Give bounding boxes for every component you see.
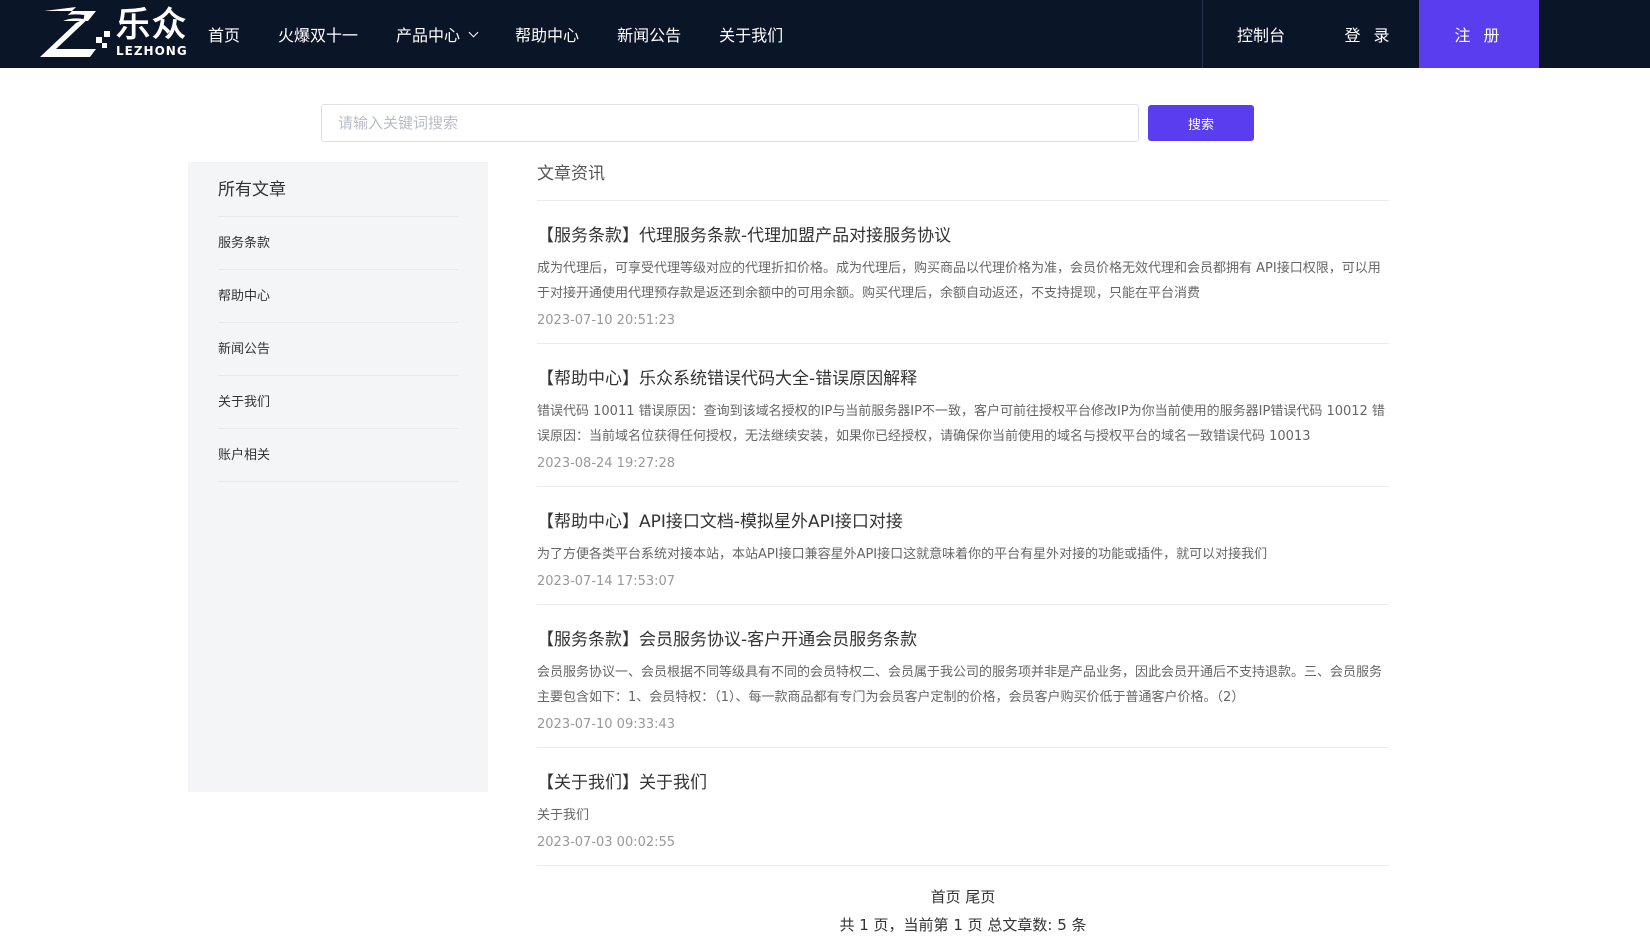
article-desc: 为了方便各类平台系统对接本站，本站API接口兼容星外API接口这就意味着你的平台… [537, 547, 1268, 562]
nav-item-news[interactable]: 新闻公告 [617, 22, 681, 46]
brand-text: 乐众 LEZHONG [116, 6, 188, 58]
article-date: 2023-07-14 17:53:07 [537, 574, 676, 589]
list-item: 【服务条款】会员服务协议-客户开通会员服务条款 会员服务协议一、会员根据不同等级… [537, 605, 1389, 748]
nav-item-home[interactable]: 首页 [208, 22, 240, 46]
nav-item-help[interactable]: 帮助中心 [515, 22, 579, 46]
login-link[interactable]: 登 录 [1319, 0, 1419, 68]
list-item: 【服务条款】代理服务条款-代理加盟产品对接服务协议 成为代理后，可享受代理等级对… [537, 201, 1389, 344]
chevron-down-icon [468, 27, 479, 37]
article-date: 2023-07-10 20:51:23 [537, 313, 676, 328]
sidebar-title[interactable]: 所有文章 [218, 162, 458, 217]
pagination: 首页 尾页 共 1 页，当前第 1 页 总文章数: 5 条 [537, 886, 1389, 936]
nav-item-products-label: 产品中心 [396, 26, 461, 45]
search-button[interactable]: 搜索 [1148, 105, 1254, 141]
logo-mark-icon [40, 7, 110, 57]
article-list: 文章资讯 【服务条款】代理服务条款-代理加盟产品对接服务协议 成为代理后，可享受… [537, 158, 1389, 866]
article-title[interactable]: 【服务条款】代理服务条款-代理加盟产品对接服务协议 [537, 224, 1389, 248]
article-desc: 会员服务协议一、会员根据不同等级具有不同的会员特权二、会员属于我公司的服务项并非… [537, 665, 1383, 705]
header-actions: 控制台 登 录 注 册 [1202, 0, 1539, 68]
nav-item-about[interactable]: 关于我们 [719, 22, 783, 46]
console-link[interactable]: 控制台 [1203, 0, 1319, 68]
article-desc: 成为代理后，可享受代理等级对应的代理折扣价格。成为代理后，购买商品以代理价格为准… [537, 261, 1381, 301]
article-title[interactable]: 【帮助中心】乐众系统错误代码大全-错误原因解释 [537, 367, 1389, 391]
list-item: 【帮助中心】乐众系统错误代码大全-错误原因解释 错误代码 10011 错误原因：… [537, 344, 1389, 487]
article-title[interactable]: 【帮助中心】API接口文档-模拟星外API接口对接 [537, 510, 1389, 534]
nav-item-double-eleven[interactable]: 火爆双十一 [278, 22, 358, 46]
article-title[interactable]: 【服务条款】会员服务协议-客户开通会员服务条款 [537, 628, 1389, 652]
brand-logo[interactable]: 乐众 LEZHONG [36, 4, 192, 62]
register-button[interactable]: 注 册 [1419, 0, 1539, 68]
sidebar-item-account[interactable]: 账户相关 [218, 429, 458, 482]
main-nav: 首页 火爆双十一 产品中心 帮助中心 新闻公告 关于我们 [208, 0, 821, 68]
list-item: 【关于我们】关于我们 关于我们 2023-07-03 00:02:55 [537, 748, 1389, 866]
top-header: 乐众 LEZHONG 首页 火爆双十一 产品中心 帮助中心 新闻公告 关于我们 … [0, 0, 1650, 68]
sidebar-item-news[interactable]: 新闻公告 [218, 323, 458, 376]
search-input[interactable] [321, 104, 1139, 142]
sidebar-item-about[interactable]: 关于我们 [218, 376, 458, 429]
article-desc: 关于我们 [537, 808, 590, 823]
section-title: 文章资讯 [537, 158, 1389, 201]
pager-last-link[interactable]: 尾页 [965, 888, 995, 906]
pager-info: 共 1 页，当前第 1 页 总文章数: 5 条 [839, 916, 1087, 934]
list-item: 【帮助中心】API接口文档-模拟星外API接口对接 为了方便各类平台系统对接本站… [537, 487, 1389, 605]
pager-links: 首页 尾页 [537, 886, 1389, 908]
sidebar-item-terms[interactable]: 服务条款 [218, 217, 458, 270]
article-date: 2023-08-24 19:27:28 [537, 456, 676, 471]
article-date: 2023-07-10 09:33:43 [537, 717, 676, 732]
category-sidebar: 所有文章 服务条款 帮助中心 新闻公告 关于我们 账户相关 [188, 162, 488, 792]
article-desc: 错误代码 10011 错误原因：查询到该域名授权的IP与当前服务器IP不一致，客… [537, 404, 1385, 444]
nav-item-products[interactable]: 产品中心 [396, 22, 479, 46]
brand-name-en: LEZHONG [116, 44, 188, 58]
sidebar-item-help[interactable]: 帮助中心 [218, 270, 458, 323]
brand-name-cn: 乐众 [116, 5, 188, 45]
pager-first-link[interactable]: 首页 [931, 888, 961, 906]
article-title[interactable]: 【关于我们】关于我们 [537, 771, 1389, 795]
article-date: 2023-07-03 00:02:55 [537, 835, 676, 850]
